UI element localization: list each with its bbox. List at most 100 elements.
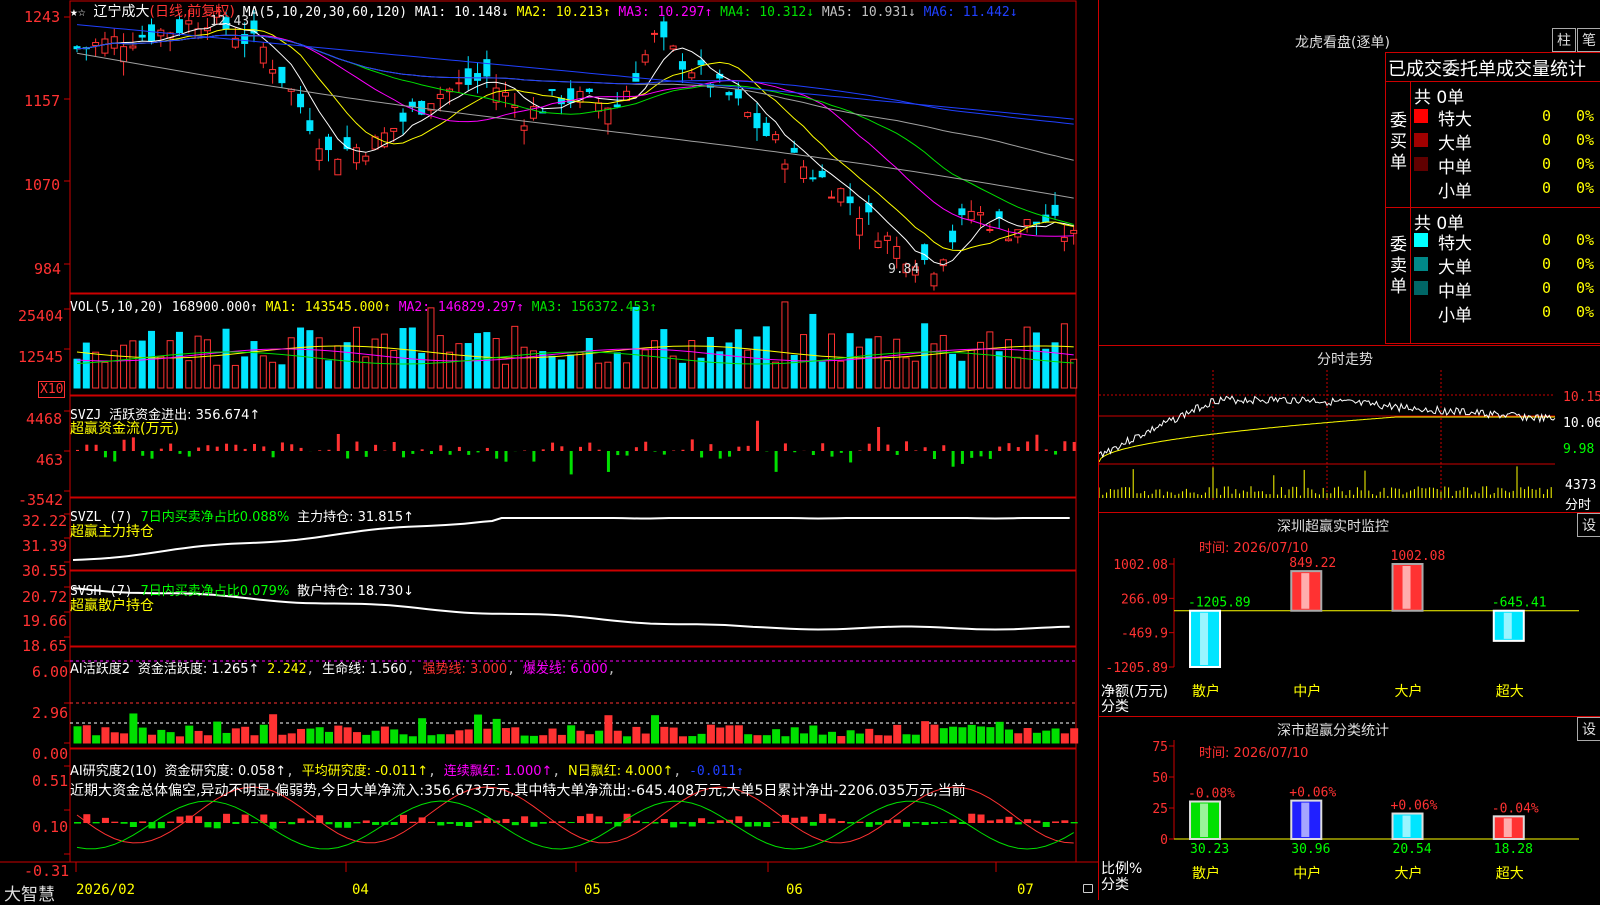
research-bar (167, 822, 174, 823)
order-pct: 0% (1576, 231, 1594, 249)
volume-bar (773, 362, 779, 388)
ma-line (77, 35, 1074, 224)
fund-flow-bar (1026, 441, 1029, 451)
activity-bar (1071, 729, 1078, 743)
fund-flow-bar (551, 443, 554, 451)
activity-bar (409, 737, 416, 743)
svzl-ytick: 31.39 (22, 537, 67, 555)
research-bar (801, 817, 808, 823)
vol-ytick: 12545 (18, 348, 63, 366)
chart-bar-highlight (1301, 803, 1309, 837)
research-bar (74, 822, 81, 824)
candle-body (922, 245, 928, 260)
research-bar (298, 818, 305, 823)
star-icon[interactable]: ★ (70, 5, 78, 20)
intraday-vol-unit: 分时 (1565, 494, 1591, 513)
research-bar (102, 818, 109, 823)
chart-ytick-label: -469.9 (1121, 627, 1168, 642)
volume-bar (996, 352, 1002, 388)
candle-body (1061, 238, 1067, 242)
fund-flow-bar (281, 442, 284, 451)
chart-category-label: 超大 (1496, 866, 1524, 882)
activity-bar (260, 725, 267, 743)
activity-bar (568, 726, 575, 743)
volume-bar (922, 324, 928, 388)
volume-bar (363, 357, 369, 388)
fund-flow-bar (607, 451, 610, 472)
xaxis-label: 2026/02 (76, 882, 135, 898)
candle-body (326, 137, 332, 149)
order-color-swatch (1414, 181, 1428, 195)
fund-flow-bar (374, 445, 377, 451)
volume-bar (353, 327, 359, 388)
ai1-name: AI活跃度2 (70, 662, 130, 677)
research-bar (586, 814, 593, 823)
activity-bar (810, 726, 817, 743)
fund-flow-bar (747, 446, 750, 451)
order-qty: 0 (1542, 231, 1551, 249)
star-outline-icon[interactable]: ☆ (78, 5, 86, 20)
ai1-a: 资金活跃度: 1.265↑ (138, 662, 260, 677)
activity-bar (549, 729, 556, 743)
ma-line (77, 35, 1074, 236)
research-bar (363, 820, 370, 823)
candle-body (642, 55, 648, 62)
activity-bar (558, 735, 565, 743)
activity-bar (353, 733, 360, 743)
vol-ma2: MA2: 146829.297↑ (399, 300, 524, 315)
chart-ytick-label: 1002.08 (1113, 558, 1168, 573)
research-bar (1015, 822, 1022, 824)
fund-flow-bar (588, 443, 591, 451)
fund-flow-bar (328, 450, 331, 451)
candle-body (847, 197, 853, 203)
ai2-c: 连续飘红: 1.000↑ (444, 764, 553, 779)
activity-bar (875, 736, 882, 743)
order-color-swatch (1414, 257, 1428, 271)
chart-bar-highlight (1504, 613, 1512, 639)
order-type-label: 大单 (1438, 129, 1472, 154)
fund-flow-bar (691, 439, 694, 451)
fund-flow-bar (449, 451, 452, 455)
fund-flow-bar (290, 444, 293, 451)
activity-bar (819, 735, 826, 743)
fund-flow-bar (160, 449, 163, 451)
bi-button[interactable]: 笔 (1577, 28, 1600, 52)
fund-flow-bar (337, 434, 340, 451)
candle-body (978, 213, 984, 215)
candle-body (1005, 239, 1011, 241)
order-pct: 0% (1576, 179, 1594, 197)
activity-bar (1043, 731, 1050, 743)
chart-bar-highlight (1403, 566, 1411, 609)
activity-bar (251, 736, 258, 743)
research-bar (409, 822, 416, 823)
candle-body (810, 178, 816, 179)
ai2-name: AI研究度2(10) (70, 764, 157, 779)
fund-flow-bar (467, 451, 470, 455)
chart-value-label: -1205.89 (1188, 596, 1251, 611)
activity-bar (223, 733, 230, 743)
fund-flow-bar (905, 441, 908, 451)
brand-logo[interactable]: 大智慧 (4, 880, 55, 905)
research-bar (158, 822, 165, 828)
ma-line (77, 35, 1074, 124)
zhu-button[interactable]: 柱 (1552, 28, 1576, 52)
volume-bar (940, 335, 946, 388)
activity-bar (204, 736, 211, 743)
candle-body (605, 108, 611, 124)
fund-flow-bar (504, 451, 507, 462)
fund-flow-bar (1073, 442, 1076, 451)
activity-bar (782, 737, 789, 743)
lock-icon[interactable] (1083, 884, 1093, 893)
fund-flow-bar (840, 451, 843, 453)
research-bar (288, 822, 295, 824)
ma120-line (77, 25, 1074, 120)
ma-line (77, 29, 1074, 250)
chart-value-label: 18.28 (1494, 842, 1533, 857)
ai2-b: 平均研究度: -0.011↑ (302, 764, 428, 779)
volume-bar (419, 353, 425, 388)
candle-body (307, 121, 313, 131)
main-chart-area[interactable]: ★☆ 辽宁成大(日线,前复权) MA(5,10,20,30,60,120) MA… (0, 0, 1098, 900)
volume-bar (121, 345, 127, 388)
stock-name[interactable]: 辽宁成大 (93, 4, 149, 20)
vol-ma3: MA3: 156372.453↑ (532, 300, 657, 315)
